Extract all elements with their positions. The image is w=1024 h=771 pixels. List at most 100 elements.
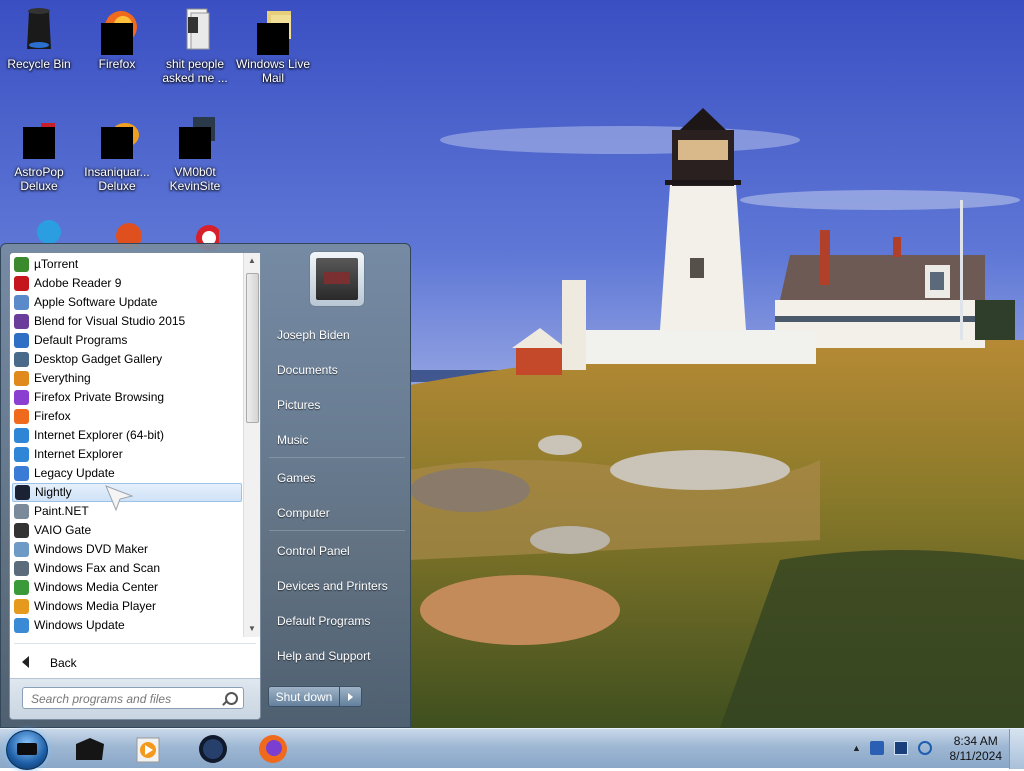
program-item[interactable]: Desktop Gadget Gallery: [10, 350, 244, 369]
firefox-icon: [14, 409, 29, 424]
user-folder-link[interactable]: Joseph Biden: [277, 328, 350, 342]
desktop-icon-label: Firefox: [98, 57, 136, 71]
program-label: Legacy Update: [34, 466, 115, 480]
back-arrow-icon: [22, 656, 29, 668]
program-label: Windows Update: [34, 618, 125, 632]
start-button[interactable]: [6, 730, 48, 770]
dvd-maker-icon: [14, 542, 29, 557]
program-label: Internet Explorer: [34, 447, 123, 461]
devices-printers-link[interactable]: Devices and Printers: [277, 579, 388, 593]
taskbar-app-nightly[interactable]: [196, 732, 230, 766]
back-button[interactable]: Back: [18, 651, 248, 675]
program-item[interactable]: Firefox Private Browsing: [10, 388, 244, 407]
desktop-icon-insaniquarium[interactable]: Insaniquar... Deluxe: [78, 113, 156, 193]
program-item[interactable]: Internet Explorer (64-bit): [10, 426, 244, 445]
volume-icon[interactable]: [918, 741, 932, 755]
desktop-icon-label: shit people asked me ...: [162, 57, 228, 85]
media-center-icon: [14, 580, 29, 595]
default-programs-link[interactable]: Default Programs: [277, 614, 370, 628]
program-item[interactable]: Firefox: [10, 407, 244, 426]
clock-date: 8/11/2024: [949, 749, 1003, 763]
program-item[interactable]: Apple Software Update: [10, 293, 244, 312]
firefox-private-icon: [14, 390, 29, 405]
search-input[interactable]: [29, 690, 223, 708]
vaio-icon: [76, 738, 104, 760]
scroll-up-arrow-icon[interactable]: ▲: [244, 253, 260, 269]
program-item[interactable]: Windows Media Center: [10, 578, 244, 597]
taskbar-app-media-player[interactable]: [132, 732, 166, 766]
program-label: Default Programs: [34, 333, 128, 347]
media-player-icon: [14, 599, 29, 614]
scroll-down-arrow-icon[interactable]: ▼: [244, 621, 260, 637]
control-panel-link[interactable]: Control Panel: [277, 544, 350, 558]
program-item[interactable]: VAIO Gate: [10, 521, 244, 540]
vaio-gate-icon: [14, 523, 29, 538]
firefox-icon: [259, 735, 287, 763]
redaction-block: [101, 23, 133, 55]
all-programs-list: µTorrent Adobe Reader 9 Apple Software Upd…: [10, 255, 244, 639]
list-divider: [14, 643, 256, 644]
program-item[interactable]: Default Programs: [10, 331, 244, 350]
program-label: Blend for Visual Studio 2015: [34, 314, 186, 328]
tray-app-icon[interactable]: [870, 741, 884, 755]
blend-icon: [14, 314, 29, 329]
default-programs-icon: [14, 333, 29, 348]
taskbar-app-vaio[interactable]: [72, 732, 106, 766]
program-label: Windows Media Center: [34, 580, 159, 594]
desktop-icon-folder[interactable]: shit people asked me ...: [156, 5, 234, 85]
program-item[interactable]: Windows Fax and Scan: [10, 559, 244, 578]
clock[interactable]: 8:34 AM 8/11/2024: [950, 734, 1003, 764]
windows-live-mail-icon: [249, 5, 297, 55]
program-label: VAIO Gate: [34, 523, 92, 537]
network-icon[interactable]: [894, 741, 908, 755]
program-item[interactable]: Internet Explorer: [10, 445, 244, 464]
legacy-update-icon: [14, 466, 29, 481]
program-item[interactable]: Windows Update: [10, 616, 244, 635]
desktop-icon-firefox[interactable]: Firefox: [78, 5, 156, 71]
program-list-scrollbar[interactable]: ▲ ▼: [243, 253, 260, 637]
help-support-link[interactable]: Help and Support: [277, 649, 370, 663]
desktop-icon-windows-live-mail[interactable]: Windows Live Mail: [234, 5, 312, 85]
computer-link[interactable]: Computer: [277, 506, 330, 520]
program-item[interactable]: µTorrent: [10, 255, 244, 274]
program-label: Firefox Private Browsing: [34, 390, 165, 404]
search-area: [10, 678, 260, 719]
user-picture[interactable]: [309, 251, 365, 307]
program-item[interactable]: Blend for Visual Studio 2015: [10, 312, 244, 331]
redaction-block: [23, 127, 55, 159]
separator: [269, 530, 405, 531]
desktop-icon-recycle-bin[interactable]: Recycle Bin: [0, 5, 78, 71]
program-item[interactable]: Windows DVD Maker: [10, 540, 244, 559]
program-label: Internet Explorer (64-bit): [34, 428, 165, 442]
desktop-icon-label: Recycle Bin: [7, 57, 71, 71]
games-link[interactable]: Games: [277, 471, 316, 485]
ie-icon: [14, 428, 29, 443]
show-hidden-icons-icon[interactable]: ▲: [852, 743, 866, 757]
scroll-thumb[interactable]: [246, 273, 259, 423]
separator: [269, 457, 405, 458]
start-menu-left-pane: µTorrent Adobe Reader 9 Apple Software Upd…: [9, 252, 261, 720]
redaction-block: [101, 127, 133, 159]
search-box[interactable]: [22, 687, 244, 709]
program-item[interactable]: Everything: [10, 369, 244, 388]
pictures-link[interactable]: Pictures: [277, 398, 320, 412]
mouse-cursor-icon: [105, 485, 134, 512]
program-label: Firefox: [34, 409, 71, 423]
desktop-icon-astropop[interactable]: AstroPop Deluxe: [0, 113, 78, 193]
program-item[interactable]: Adobe Reader 9: [10, 274, 244, 293]
nightly-icon: [199, 735, 227, 763]
insaniquarium-icon: [93, 113, 141, 161]
documents-link[interactable]: Documents: [277, 363, 338, 377]
search-icon[interactable]: [225, 692, 238, 705]
program-item[interactable]: Windows Media Player: [10, 597, 244, 616]
shutdown-options-arrow-icon[interactable]: [340, 686, 362, 707]
program-label: Nightly: [35, 485, 72, 499]
music-link[interactable]: Music: [277, 433, 308, 447]
shutdown-button[interactable]: Shut down: [268, 686, 340, 707]
show-desktop-button[interactable]: [1009, 729, 1024, 769]
redaction-block: [257, 23, 289, 55]
taskbar-app-firefox[interactable]: [256, 732, 290, 766]
program-item[interactable]: Legacy Update: [10, 464, 244, 483]
nightly-icon: [15, 485, 30, 500]
desktop-icon-vm0b0t[interactable]: VM0b0t KevinSite: [156, 113, 234, 193]
